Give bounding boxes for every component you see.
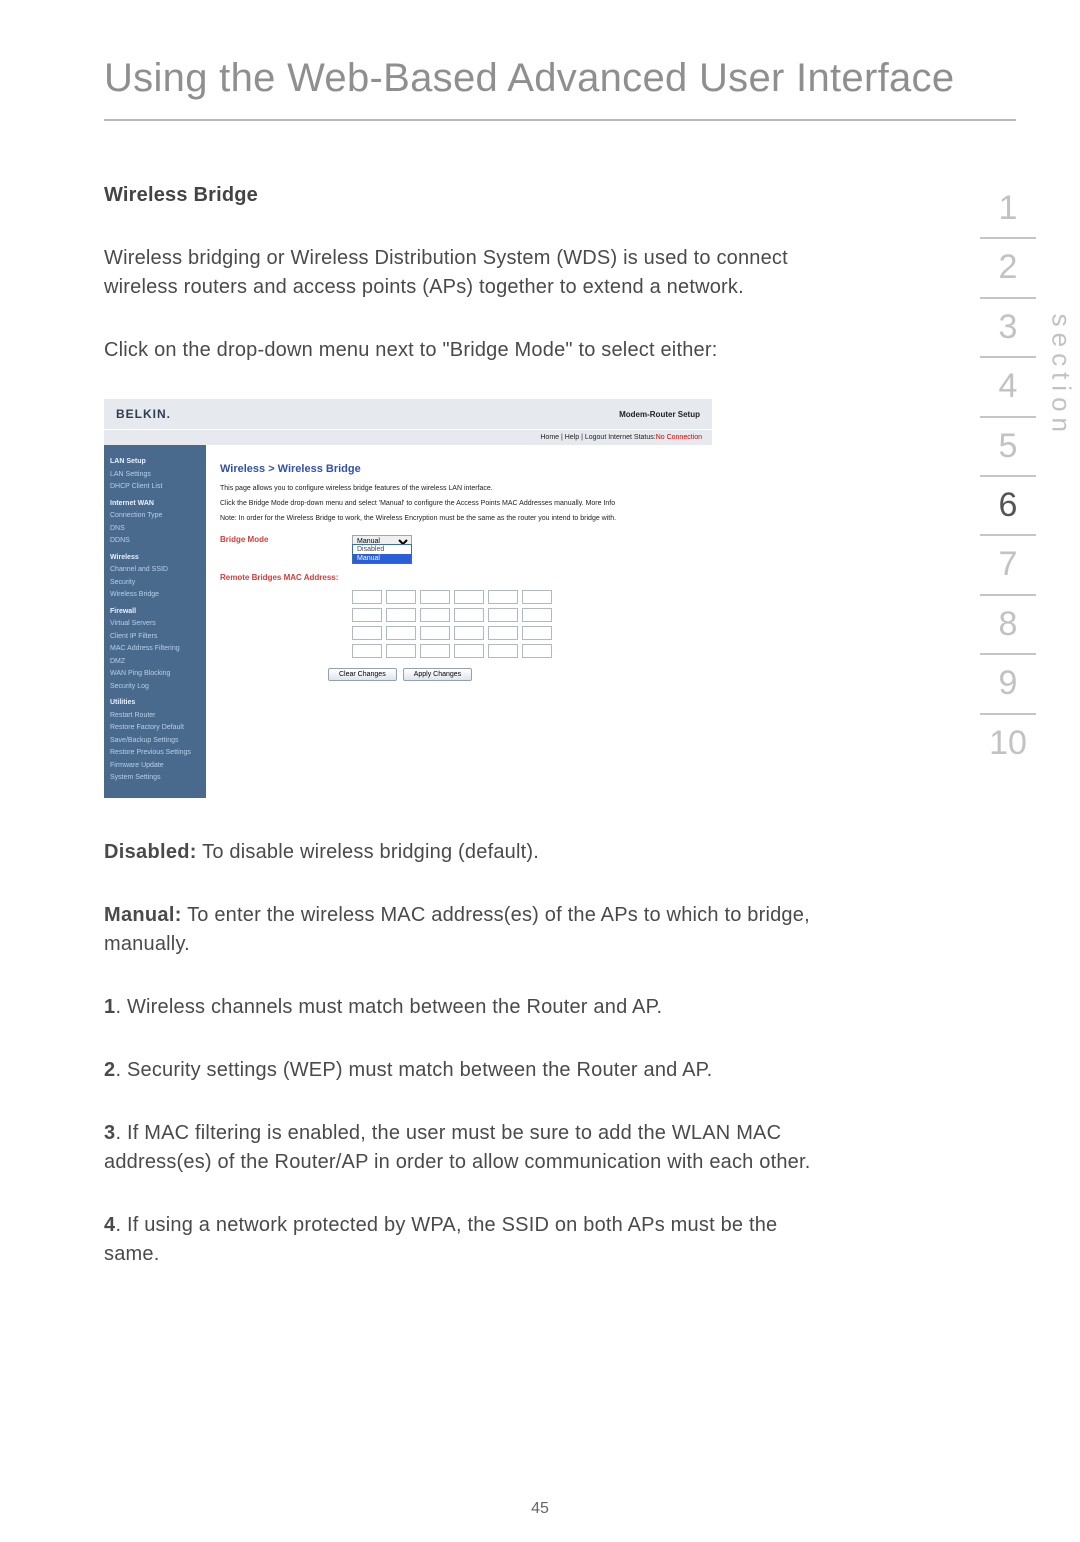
sidebar-item[interactable]: Firmware Update <box>110 761 200 772</box>
mac-row <box>352 644 698 658</box>
sidebar-item[interactable]: Virtual Servers <box>110 619 200 630</box>
sidebar-item[interactable]: Channel and SSID <box>110 565 200 576</box>
section-nav-5[interactable]: 5 <box>980 418 1036 477</box>
section-nav-3[interactable]: 3 <box>980 299 1036 358</box>
mac-octet-input[interactable] <box>352 644 382 658</box>
page-number: 45 <box>531 1500 549 1518</box>
section-nav-1[interactable]: 1 <box>980 180 1036 239</box>
mac-row <box>352 626 698 640</box>
step-3: 3. If MAC filtering is enabled, the user… <box>104 1119 816 1177</box>
sidebar-item[interactable]: Restore Previous Settings <box>110 748 200 759</box>
mac-octet-input[interactable] <box>352 626 382 640</box>
mac-octet-input[interactable] <box>488 626 518 640</box>
section-nav-7[interactable]: 7 <box>980 536 1036 595</box>
mac-octet-input[interactable] <box>454 644 484 658</box>
sidebar-item[interactable]: Restart Router <box>110 711 200 722</box>
sidebar-item[interactable]: Connection Type <box>110 511 200 522</box>
mac-octet-input[interactable] <box>522 590 552 604</box>
sidebar-group: Firewall <box>110 607 200 618</box>
router-ui-screenshot: BELKIN. Modem-Router Setup Home | Help |… <box>104 399 712 798</box>
step-4: 4. If using a network protected by WPA, … <box>104 1211 816 1269</box>
instruction-paragraph: Click on the drop-down menu next to "Bri… <box>104 336 816 365</box>
section-label: section <box>1045 314 1076 438</box>
page-desc-1: This page allows you to configure wirele… <box>220 485 698 492</box>
mac-octet-input[interactable] <box>386 644 416 658</box>
section-nav-4[interactable]: 4 <box>980 358 1036 417</box>
mac-octet-input[interactable] <box>522 626 552 640</box>
header-links[interactable]: Home | Help | Logout Internet Status: <box>540 434 655 441</box>
breadcrumb: Wireless > Wireless Bridge <box>220 463 698 475</box>
belkin-logo: BELKIN. <box>116 407 171 421</box>
section-nav: 12345678910 <box>980 180 1036 772</box>
step-1: 1. Wireless channels must match between … <box>104 993 816 1022</box>
sidebar-group: Wireless <box>110 553 200 564</box>
section-nav-9[interactable]: 9 <box>980 655 1036 714</box>
mac-octet-input[interactable] <box>352 590 382 604</box>
mac-octet-input[interactable] <box>488 608 518 622</box>
mac-octet-input[interactable] <box>352 608 382 622</box>
bridge-mode-dropdown[interactable]: DisabledManual <box>352 544 412 564</box>
mac-octet-input[interactable] <box>386 626 416 640</box>
section-nav-6[interactable]: 6 <box>980 477 1036 536</box>
intro-paragraph: Wireless bridging or Wireless Distributi… <box>104 244 816 302</box>
sidebar-item[interactable]: MAC Address Filtering <box>110 644 200 655</box>
mac-row <box>352 608 698 622</box>
page-note: Note: In order for the Wireless Bridge t… <box>220 515 698 522</box>
mac-octet-input[interactable] <box>488 590 518 604</box>
mac-octet-input[interactable] <box>420 590 450 604</box>
sidebar-item[interactable]: Save/Backup Settings <box>110 736 200 747</box>
sidebar-item[interactable]: DDNS <box>110 536 200 547</box>
mac-octet-input[interactable] <box>386 590 416 604</box>
sidebar-item[interactable]: LAN Settings <box>110 470 200 481</box>
mac-row <box>352 590 698 604</box>
mac-octet-input[interactable] <box>454 626 484 640</box>
mac-octet-input[interactable] <box>420 644 450 658</box>
sidebar-item[interactable]: DNS <box>110 524 200 535</box>
remote-mac-label: Remote Bridges MAC Address: <box>220 573 352 582</box>
mac-octet-input[interactable] <box>420 626 450 640</box>
mac-octet-input[interactable] <box>488 644 518 658</box>
page-title: Using the Web-Based Advanced User Interf… <box>104 56 1016 121</box>
sidebar-item[interactable]: DMZ <box>110 657 200 668</box>
router-title: Modem-Router Setup <box>619 410 700 419</box>
mac-octet-input[interactable] <box>420 608 450 622</box>
disabled-paragraph: Disabled: To disable wireless bridging (… <box>104 838 816 867</box>
bridge-option[interactable]: Disabled <box>353 545 411 554</box>
sidebar-group: Internet WAN <box>110 499 200 510</box>
sidebar-item[interactable]: Security Log <box>110 682 200 693</box>
manual-paragraph: Manual: To enter the wireless MAC addres… <box>104 901 816 959</box>
sidebar-item[interactable]: DHCP Client List <box>110 482 200 493</box>
section-heading: Wireless Bridge <box>104 181 816 210</box>
sidebar-group: Utilities <box>110 698 200 709</box>
clear-changes-button[interactable]: Clear Changes <box>328 668 397 681</box>
mac-octet-input[interactable] <box>522 644 552 658</box>
sidebar-item[interactable]: WAN Ping Blocking <box>110 669 200 680</box>
internet-status: No Connection <box>656 434 702 441</box>
bridge-mode-label: Bridge Mode <box>220 535 352 544</box>
sidebar-item[interactable]: Wireless Bridge <box>110 590 200 601</box>
sidebar-item[interactable]: System Settings <box>110 773 200 784</box>
more-info-link[interactable]: More Info <box>586 500 616 507</box>
section-nav-8[interactable]: 8 <box>980 596 1036 655</box>
sidebar-item[interactable]: Security <box>110 578 200 589</box>
sidebar-group: LAN Setup <box>110 457 200 468</box>
section-nav-2[interactable]: 2 <box>980 239 1036 298</box>
page-desc-2: Click the Bridge Mode drop-down menu and… <box>220 500 698 507</box>
router-sidebar: LAN Setup LAN SettingsDHCP Client List Int… <box>104 445 206 798</box>
sidebar-item[interactable]: Restore Factory Default <box>110 723 200 734</box>
mac-octet-input[interactable] <box>522 608 552 622</box>
step-2: 2. Security settings (WEP) must match be… <box>104 1056 816 1085</box>
section-nav-10[interactable]: 10 <box>980 715 1036 772</box>
mac-octet-input[interactable] <box>454 590 484 604</box>
apply-changes-button[interactable]: Apply Changes <box>403 668 472 681</box>
sidebar-item[interactable]: Client IP Filters <box>110 632 200 643</box>
mac-octet-input[interactable] <box>454 608 484 622</box>
mac-octet-input[interactable] <box>386 608 416 622</box>
bridge-option[interactable]: Manual <box>353 554 411 563</box>
